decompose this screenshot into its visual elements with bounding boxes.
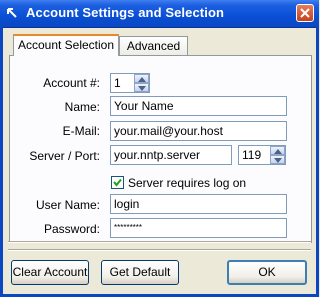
down-arrow-icon: [274, 158, 282, 163]
email-field[interactable]: your.mail@your.host: [110, 121, 287, 141]
up-arrow-icon: [274, 149, 282, 154]
port-spin-up[interactable]: [270, 146, 285, 155]
name-label: Name:: [64, 100, 100, 114]
window-title: Account Settings and Selection: [26, 5, 225, 20]
close-button[interactable]: [296, 4, 314, 22]
down-arrow-icon: [138, 86, 146, 91]
password-field[interactable]: *********: [110, 218, 287, 238]
account-label: Account #:: [43, 76, 100, 90]
account-spin-up[interactable]: [134, 74, 149, 83]
separator-line: [8, 241, 311, 243]
tab-advanced[interactable]: Advanced: [119, 36, 188, 56]
tab-account-selection[interactable]: Account Selection: [13, 34, 119, 56]
checkmark-icon: [113, 178, 122, 187]
port-spin-down[interactable]: [270, 155, 285, 164]
requires-logon-checkbox[interactable]: [111, 176, 124, 189]
password-label: Password:: [43, 222, 100, 236]
close-icon: [300, 8, 310, 18]
username-label: User Name:: [35, 198, 100, 212]
tab-account-selection-label: Account Selection: [17, 38, 115, 52]
username-field[interactable]: login: [110, 194, 287, 214]
tab-advanced-label: Advanced: [126, 39, 181, 53]
account-spin-down[interactable]: [134, 83, 149, 92]
account-spinner[interactable]: [134, 74, 149, 92]
get-default-button[interactable]: Get Default: [101, 260, 179, 285]
email-label: E-Mail:: [62, 124, 100, 138]
requires-logon-label[interactable]: Server requires log on: [128, 176, 246, 190]
window-menu-arrow-icon[interactable]: [6, 7, 19, 20]
name-field[interactable]: Your Name: [110, 96, 287, 116]
separator-line: [8, 249, 311, 251]
title-bar: Account Settings and Selection: [0, 0, 319, 28]
ok-button[interactable]: OK: [227, 260, 307, 285]
port-spinner[interactable]: [270, 146, 285, 164]
clear-account-button[interactable]: Clear Account: [11, 260, 89, 285]
server-port-label: Server / Port:: [29, 149, 100, 163]
server-field[interactable]: your.nntp.server: [110, 145, 232, 165]
up-arrow-icon: [138, 77, 146, 82]
